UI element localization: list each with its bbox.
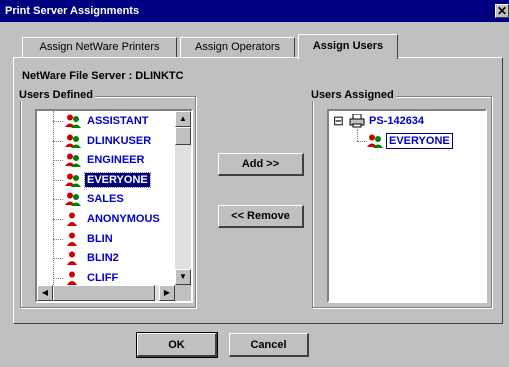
user-icon [65,251,81,266]
user-icon [65,232,81,246]
tree-line [53,140,63,142]
tree-line [53,238,63,240]
title-bar: Print Server Assignments ✕ [0,0,509,22]
horizontal-scrollbar[interactable]: ◀ ▶ [37,285,175,301]
tree-line [53,160,63,162]
list-item[interactable]: BLIN [65,231,115,247]
group-icon [65,173,81,187]
remove-button[interactable]: << Remove [218,205,304,228]
users-defined-list[interactable]: ASSISTANT DLINKUSER ENGINEER EVERYONE SALES A… [35,109,193,303]
tree-line [357,129,358,141]
list-item[interactable]: ANONYMOUS [65,211,162,227]
collapse-icon[interactable]: ⊟ [333,114,345,127]
scroll-up-icon[interactable]: ▲ [175,111,191,127]
print-server-assignments-dialog: Print Server Assignments ✕ Assign NetWar… [0,0,509,367]
hscroll-thumb[interactable] [53,285,155,301]
tab-assign-users[interactable]: Assign Users [298,34,398,59]
group-icon [65,114,81,128]
ok-button[interactable]: OK [136,332,218,358]
list-item-label: DLINKUSER [87,134,152,147]
tab-assign-operators[interactable]: Assign Operators [180,37,295,57]
list-item[interactable]: ENGINEER [65,152,146,168]
users-assigned-list[interactable]: ⊟ PS-142634 EVERYONE [327,109,487,303]
tree-line [53,199,63,201]
close-icon[interactable]: ✕ [495,4,509,18]
print-server-node[interactable]: PS-142634 [369,115,424,127]
list-item-label: ANONYMOUS [87,213,160,225]
tree-line [53,258,63,260]
tree-line [53,219,63,220]
list-item-label: EVERYONE [84,171,151,188]
tree-line [53,121,63,122]
list-item[interactable]: SALES [65,191,126,207]
add-button[interactable]: Add >> [218,153,304,176]
users-assigned-label: Users Assigned [311,89,396,101]
window-title: Print Server Assignments [5,5,140,17]
group-icon [65,192,81,207]
assigned-user-item[interactable]: EVERYONE [386,133,453,149]
list-item-label: SALES [87,193,124,206]
users-defined-label: Users Defined [19,89,95,101]
scroll-thumb[interactable] [175,127,191,145]
scroll-right-icon[interactable]: ▶ [159,285,175,301]
list-item[interactable]: CLIFF [65,270,120,286]
tree-line [357,141,367,142]
list-item-label: ENGINEER [87,154,145,167]
list-item[interactable]: DLINKUSER [65,133,153,149]
list-item-label: BLIN [87,232,113,245]
users-assigned-group: Users Assigned ⊟ PS-142634 EVERYONE [311,89,492,308]
tab-assign-netware-printers[interactable]: Assign NetWare Printers [22,37,177,57]
user-icon [65,271,81,285]
list-item[interactable]: EVERYONE [65,171,151,188]
group-icon [367,134,383,151]
cancel-button[interactable]: Cancel [229,333,309,357]
list-item-label: BLIN2 [87,252,119,265]
list-item[interactable]: ASSISTANT [65,113,151,129]
tree-line [53,277,63,279]
list-item-label: ASSISTANT [87,115,149,127]
group-icon [65,153,81,168]
scroll-down-icon[interactable]: ▼ [175,269,191,285]
vertical-scrollbar[interactable]: ▲ ▼ [175,111,191,285]
group-icon [65,134,81,148]
list-item-label: CLIFF [87,271,119,284]
file-server-label: NetWare File Server : DLINKTC [22,70,184,82]
user-icon [65,212,81,226]
scroll-corner [175,285,191,301]
list-item[interactable]: BLIN2 [65,250,121,266]
users-defined-group: Users Defined ASSISTANT DLINKUSER ENGINEER… [19,89,196,308]
tree-line [53,179,63,181]
scroll-left-icon[interactable]: ◀ [37,285,53,301]
